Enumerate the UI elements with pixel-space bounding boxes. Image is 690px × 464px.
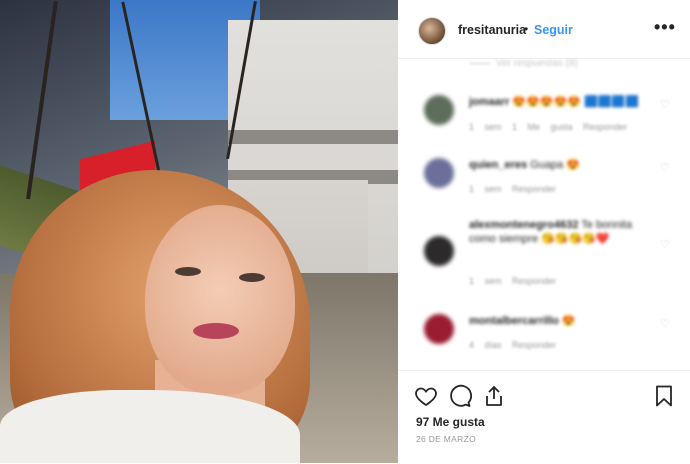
heart-icon[interactable]: [414, 384, 438, 408]
comment-body: 😍: [561, 315, 576, 327]
post-photo[interactable]: [0, 0, 398, 463]
instagram-post: fresitanuria • Seguir ••• Ver respuestas…: [0, 0, 690, 463]
comment-like-heart-icon[interactable]: ♡: [660, 317, 670, 330]
photo-face: [145, 205, 295, 395]
view-replies-link[interactable]: Ver respuestas (8): [470, 58, 578, 69]
comment-meta[interactable]: 1 sem Responder: [469, 184, 556, 194]
comment-meta[interactable]: 1 sem Responder: [469, 276, 556, 286]
photo-window-band: [228, 130, 398, 144]
commenter-avatar[interactable]: [424, 158, 454, 188]
header-separator: •: [524, 22, 529, 36]
post-header: fresitanuria • Seguir •••: [398, 0, 690, 59]
ellipsis-icon[interactable]: •••: [654, 17, 676, 38]
commenter-avatar[interactable]: [424, 314, 454, 344]
post-date: 26 DE MARZO: [416, 434, 476, 444]
author-avatar[interactable]: [418, 17, 446, 45]
bookmark-icon[interactable]: [652, 384, 676, 408]
comment-text: montalbercarrillo 😍: [469, 314, 649, 328]
comment-like-heart-icon[interactable]: ♡: [660, 161, 670, 174]
comment-text: quien_eres Guapa 😍: [469, 158, 649, 172]
comment-text: jomaarr 😍😍😍😍😍 🟦🟦🟦🟦: [469, 95, 649, 109]
photo-eye: [175, 267, 201, 276]
commenter-username[interactable]: quien_eres: [469, 159, 527, 171]
comment-meta[interactable]: 4 días Responder: [469, 340, 556, 350]
view-replies-label: Ver respuestas (8): [496, 58, 578, 69]
author-username[interactable]: fresitanuria: [458, 23, 526, 37]
post-actions: 97 Me gusta 26 DE MARZO: [398, 370, 690, 464]
commenter-username[interactable]: alexmontenegro4632: [469, 219, 578, 231]
comment-text: alexmontenegro4632 Te bonnita como siemp…: [469, 218, 649, 246]
share-icon[interactable]: [482, 384, 506, 408]
commenter-avatar[interactable]: [424, 95, 454, 125]
commenter-username[interactable]: montalbercarrillo: [469, 315, 559, 327]
follow-button[interactable]: Seguir: [534, 23, 573, 37]
photo-eye: [239, 273, 265, 282]
comment-like-heart-icon[interactable]: ♡: [660, 98, 670, 111]
comment-icon[interactable]: [448, 384, 472, 408]
commenter-avatar[interactable]: [424, 236, 454, 266]
comment-body: Guapa 😍: [530, 159, 580, 171]
comment-meta[interactable]: 1 sem 1 Me gusta Responder: [469, 122, 627, 132]
comment-like-heart-icon[interactable]: ♡: [660, 238, 670, 251]
replies-line: [470, 62, 490, 64]
photo-lips: [193, 323, 239, 339]
likes-count[interactable]: 97 Me gusta: [416, 415, 485, 429]
commenter-username[interactable]: jomaarr: [469, 96, 509, 108]
comment-body: 😍😍😍😍😍 🟦🟦🟦🟦: [512, 96, 639, 108]
photo-tree-trunk: [26, 0, 58, 200]
